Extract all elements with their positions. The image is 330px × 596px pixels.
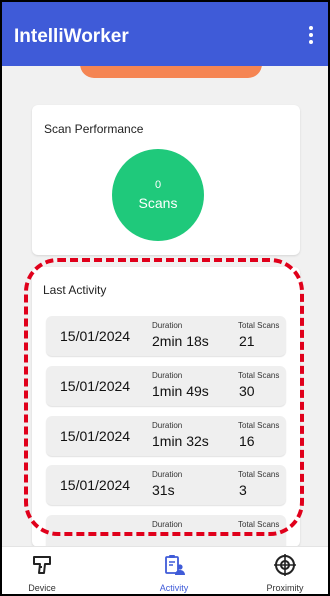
total-scans-value: 16 [239,433,255,449]
last-activity-card: Last Activity 15/01/2024 Duration 2min 1… [32,267,300,555]
total-scans-label: Total Scans [238,470,280,479]
nav-proximity[interactable]: Proximity [245,547,325,594]
total-scans-label: Total Scans [238,520,280,529]
duration-value: 1min 49s [152,383,209,399]
activity-date: 15/01/2024 [60,428,131,444]
activity-row[interactable]: 15/01/2024 Duration 2min 18s Total Scans… [46,316,286,356]
duration-label: Duration [152,470,183,479]
total-scans-label: Total Scans [238,371,280,380]
last-activity-title: Last Activity [43,283,107,297]
total-scans-value: 3 [239,482,247,498]
activity-date: 15/01/2024 [60,378,131,394]
duration-value: 2min 18s [152,333,209,349]
duration-label: Duration [152,421,183,430]
duration-label: Duration [152,520,183,529]
scan-performance-title: Scan Performance [44,122,144,136]
activity-clipboard-icon [165,555,185,575]
duration-value: 31s [152,482,175,498]
more-vert-icon[interactable] [308,26,314,46]
nav-device-label: Device [28,583,56,593]
nav-activity[interactable]: Activity [134,547,214,594]
duration-label: Duration [152,371,183,380]
scan-count-circle: 0 Scans [112,149,204,241]
scan-count: 0 [154,179,162,191]
app-bar: IntelliWorker [2,2,328,66]
nav-activity-label: Activity [159,583,189,593]
activity-row[interactable]: 15/01/2024 Duration 1min 32s Total Scans… [46,416,286,456]
total-scans-value: 30 [239,383,255,399]
activity-date: 15/01/2024 [60,328,131,344]
total-scans-value: 21 [239,333,255,349]
proximity-radar-icon [274,554,296,576]
activity-row[interactable]: 15/01/2024 Duration 1min 49s Total Scans… [46,366,286,406]
duration-label: Duration [152,321,183,330]
activity-date: 15/01/2024 [60,477,131,493]
activity-row[interactable]: 15/01/2024 Duration 31s Total Scans 3 [46,465,286,505]
duration-value: 1min 32s [152,433,209,449]
scanner-gun-icon [33,556,51,574]
scan-unit: Scans [138,195,178,211]
total-scans-label: Total Scans [238,321,280,330]
total-scans-label: Total Scans [238,421,280,430]
scan-performance-card: Scan Performance 0 Scans [32,105,300,255]
app-screen: IntelliWorker Scan Performance 0 Scans L… [2,2,328,594]
app-title: IntelliWorker [14,26,129,47]
nav-device[interactable]: Device [2,547,82,594]
nav-proximity-label: Proximity [266,583,304,593]
bottom-navigation: Device Activity Proximity [2,546,328,594]
